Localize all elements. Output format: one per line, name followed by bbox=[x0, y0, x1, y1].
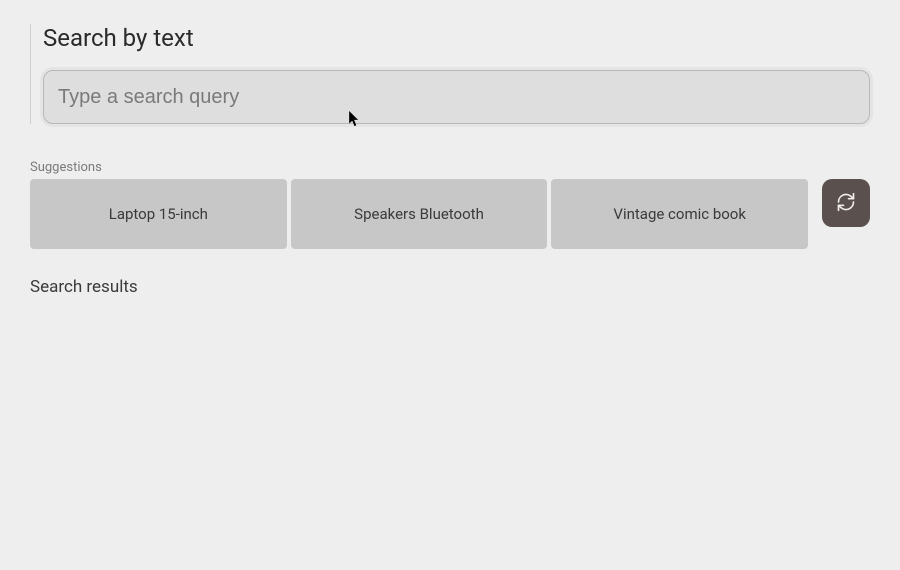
suggestion-chip-label: Speakers Bluetooth bbox=[354, 205, 484, 223]
suggestion-chip[interactable]: Speakers Bluetooth bbox=[291, 179, 548, 249]
refresh-icon bbox=[836, 192, 856, 215]
page-title: Search by text bbox=[43, 24, 870, 52]
search-input[interactable] bbox=[43, 70, 870, 124]
suggestion-chip[interactable]: Vintage comic book bbox=[551, 179, 808, 249]
suggestions-row: Laptop 15-inch Speakers Bluetooth Vintag… bbox=[30, 179, 870, 249]
suggestion-chip-label: Laptop 15-inch bbox=[109, 205, 208, 223]
search-results-title: Search results bbox=[30, 277, 870, 297]
suggestion-chip-label: Vintage comic book bbox=[613, 205, 746, 223]
refresh-suggestions-button[interactable] bbox=[822, 179, 870, 227]
suggestions-label: Suggestions bbox=[30, 160, 870, 175]
suggestion-chip[interactable]: Laptop 15-inch bbox=[30, 179, 287, 249]
search-header-block: Search by text bbox=[30, 24, 870, 124]
